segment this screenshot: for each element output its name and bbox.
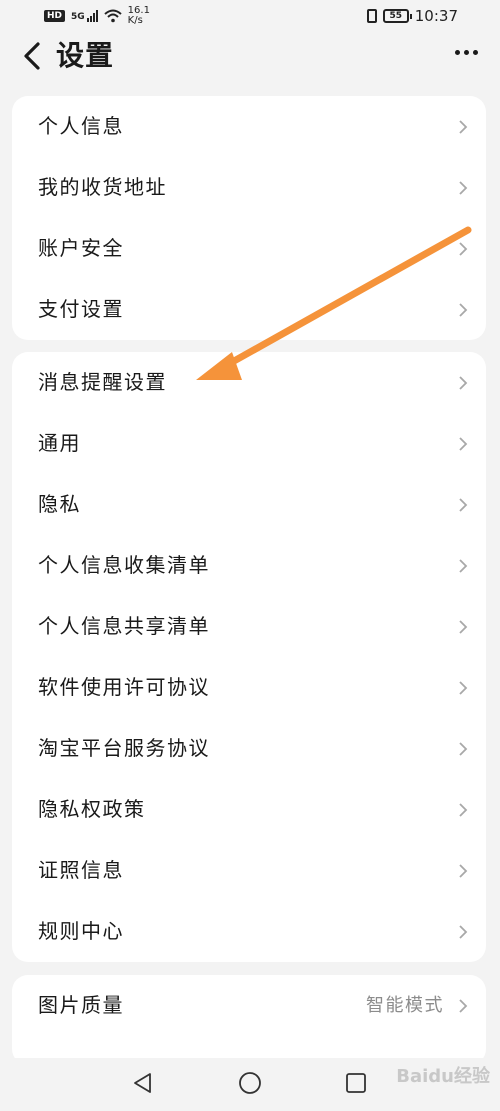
signal-icon: [86, 10, 98, 22]
settings-item[interactable]: 隐私: [12, 474, 486, 535]
settings-item-label: 规则中心: [38, 919, 124, 943]
settings-item-label: 隐私权政策: [38, 797, 146, 821]
settings-item[interactable]: 淘宝平台服务协议: [12, 718, 486, 779]
chevron-right-icon: [459, 803, 468, 817]
settings-item[interactable]: 消息提醒设置: [12, 352, 486, 413]
chevron-right-icon: [459, 242, 468, 256]
settings-item[interactable]: 个人信息共享清单: [12, 596, 486, 657]
nav-home-icon[interactable]: [237, 1070, 263, 1096]
settings-item[interactable]: 证照信息: [12, 840, 486, 901]
settings-item[interactable]: 个人信息收集清单: [12, 535, 486, 596]
settings-item-label: 通用: [38, 431, 81, 455]
settings-item[interactable]: 支付设置: [12, 279, 486, 340]
clock: 10:37: [414, 7, 458, 25]
settings-item[interactable]: 图片质量 智能模式: [12, 975, 486, 1036]
settings-item[interactable]: 软件使用许可协议: [12, 657, 486, 718]
settings-item-label: 账户安全: [38, 236, 124, 260]
vibrate-icon: [366, 9, 377, 23]
chevron-right-icon: [459, 681, 468, 695]
chevron-right-icon: [459, 999, 468, 1013]
chevron-right-icon: [459, 120, 468, 134]
wifi-icon: [104, 9, 122, 23]
settings-item-label: 个人信息: [38, 114, 124, 138]
chevron-right-icon: [459, 376, 468, 390]
settings-group-general: 消息提醒设置 通用 隐私 个人信息收集清单 个人信息共享清单 软件使用许可协议 …: [12, 352, 486, 962]
watermark: Baidu经验: [396, 1066, 490, 1087]
network-speed-unit: K/s: [127, 15, 143, 26]
chevron-right-icon: [459, 181, 468, 195]
chevron-right-icon: [459, 303, 468, 317]
settings-item-label: 证照信息: [38, 858, 124, 882]
back-arrow-icon[interactable]: [20, 38, 50, 74]
settings-item-label: 我的收货地址: [38, 175, 167, 199]
page-title: 设置: [56, 39, 115, 72]
settings-item[interactable]: 隐私权政策: [12, 779, 486, 840]
chevron-right-icon: [459, 925, 468, 939]
chevron-right-icon: [459, 559, 468, 573]
hd-badge: HD: [44, 10, 66, 22]
settings-item[interactable]: 账户安全: [12, 218, 486, 279]
chevron-right-icon: [459, 498, 468, 512]
nav-recents-icon[interactable]: [343, 1070, 369, 1096]
chevron-right-icon: [459, 620, 468, 634]
settings-item-label: 个人信息共享清单: [38, 614, 210, 638]
settings-group-account: 个人信息 我的收货地址 账户安全 支付设置: [12, 96, 486, 340]
settings-item[interactable]: 通用: [12, 413, 486, 474]
settings-group-media: 图片质量 智能模式: [12, 975, 486, 1065]
network-type: 5G: [71, 12, 85, 22]
nav-back-icon[interactable]: [130, 1070, 156, 1096]
settings-item[interactable]: 规则中心: [12, 901, 486, 962]
settings-item-label: 隐私: [38, 492, 81, 516]
settings-item-label: 淘宝平台服务协议: [38, 736, 210, 760]
status-bar: HD 5G 16.1 K/s 55 10:37: [0, 0, 500, 36]
settings-item-label: 消息提醒设置: [38, 370, 167, 394]
chevron-right-icon: [459, 864, 468, 878]
header: 设置: [0, 36, 500, 92]
settings-item[interactable]: 个人信息: [12, 96, 486, 157]
settings-item-value: 智能模式: [366, 995, 444, 1016]
chevron-right-icon: [459, 742, 468, 756]
settings-item-label: 个人信息收集清单: [38, 553, 210, 577]
settings-item[interactable]: 我的收货地址: [12, 157, 486, 218]
battery-icon: 55: [382, 9, 412, 23]
more-icon[interactable]: [455, 50, 478, 55]
chevron-right-icon: [459, 437, 468, 451]
settings-item-label: 支付设置: [38, 297, 124, 321]
settings-item-label: 图片质量: [38, 993, 124, 1017]
settings-item-label: 软件使用许可协议: [38, 675, 210, 699]
